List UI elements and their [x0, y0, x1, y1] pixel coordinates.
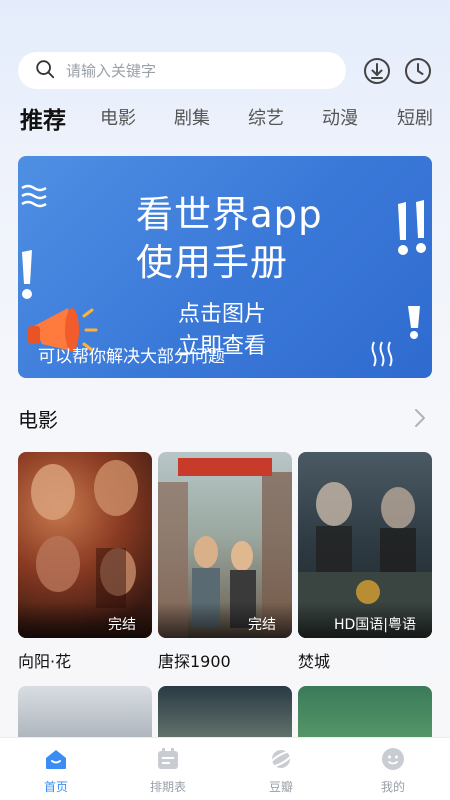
calendar-icon: [158, 748, 178, 769]
bottom-navigation: 首页 排期表 豆瓣 我的: [0, 737, 450, 800]
tab-anime[interactable]: 动漫: [322, 104, 358, 130]
history-icon[interactable]: [404, 57, 432, 85]
exclamation-decoration-right: [398, 200, 426, 255]
nav-label: 首页: [43, 780, 68, 794]
movie-poster[interactable]: 完结: [18, 452, 152, 638]
movie-card[interactable]: HD国语|粤语 焚城: [298, 452, 432, 672]
nav-label: 豆瓣: [268, 780, 293, 794]
tab-recommend[interactable]: 推荐: [20, 101, 66, 135]
user-icon: [382, 748, 404, 770]
search-placeholder: 请输入关键字: [66, 62, 157, 80]
search-icon: [34, 58, 56, 84]
chevron-right-icon[interactable]: [410, 406, 430, 430]
movie-title[interactable]: 焚城: [298, 648, 432, 672]
category-tabs: 推荐 电影 剧集 综艺 动漫 短剧: [0, 104, 450, 140]
tab-movies[interactable]: 电影: [100, 104, 136, 130]
banner-title-line1: 看世界app: [136, 193, 323, 236]
movie-card[interactable]: 完结 向阳·花: [18, 452, 152, 672]
wave-decoration: [21, 184, 47, 208]
banner-title-line2: 使用手册: [136, 241, 288, 284]
section-header-movies[interactable]: 电影: [18, 404, 432, 434]
nav-douban[interactable]: 豆瓣: [241, 746, 321, 795]
planet-icon: [268, 750, 294, 768]
tab-series[interactable]: 剧集: [174, 104, 210, 130]
banner-cta-line1: 点击图片: [178, 302, 267, 327]
status-badge: 完结: [158, 602, 292, 638]
nav-label: 排期表: [149, 780, 186, 794]
nav-home[interactable]: 首页: [16, 746, 96, 795]
section-title: 电影: [18, 408, 58, 432]
tab-short-drama[interactable]: 短剧: [397, 104, 433, 130]
status-badge: HD国语|粤语: [298, 602, 432, 638]
nav-label: 我的: [380, 780, 405, 794]
search-bar[interactable]: 请输入关键字: [18, 52, 346, 89]
movie-title[interactable]: 唐探1900: [158, 648, 292, 672]
nav-mine[interactable]: 我的: [353, 746, 433, 795]
status-badge: 完结: [18, 602, 152, 638]
banner[interactable]: 看世界app 使用手册 点击图片 立即查看 可以帮你解决大部分问题: [18, 156, 432, 378]
exclamation-decoration-small: [408, 306, 420, 339]
exclamation-decoration: [22, 250, 32, 299]
download-icon[interactable]: [363, 57, 391, 85]
nav-schedule[interactable]: 排期表: [128, 746, 208, 795]
movie-title[interactable]: 向阳·花: [18, 648, 152, 672]
home-icon: [46, 750, 66, 769]
movie-poster[interactable]: 完结: [158, 452, 292, 638]
tab-variety[interactable]: 综艺: [248, 104, 284, 130]
movie-card[interactable]: 完结 唐探1900: [158, 452, 292, 672]
zigzag-decoration: [371, 341, 393, 367]
movie-poster[interactable]: HD国语|粤语: [298, 452, 432, 638]
top-bar: 请输入关键字: [0, 52, 450, 90]
banner-caption: 可以帮你解决大部分问题: [38, 347, 225, 367]
